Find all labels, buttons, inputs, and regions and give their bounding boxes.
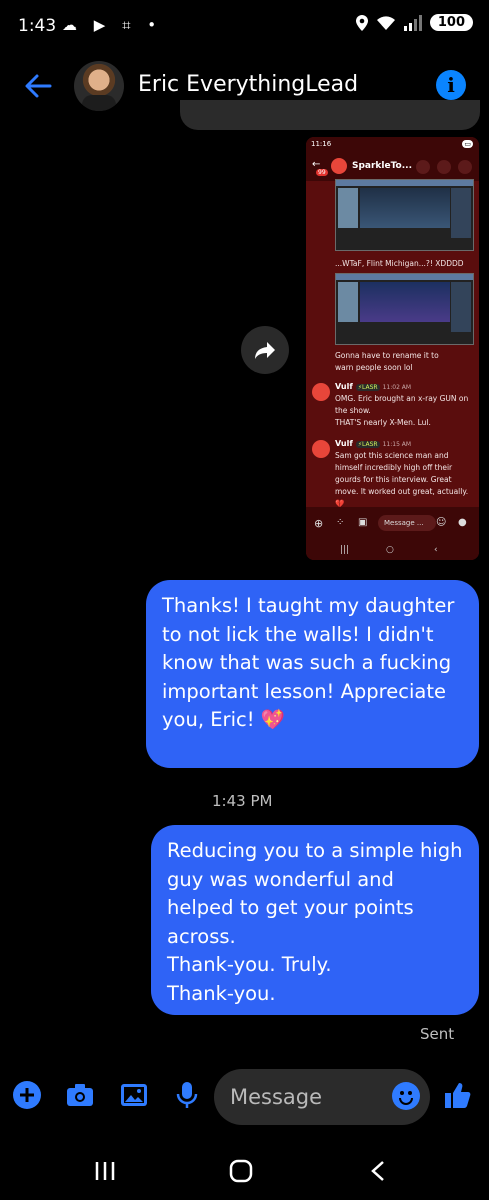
system-icons: 100 [355,14,473,31]
shot-user-avatar [312,383,330,401]
composer-bar: Message [0,1066,489,1130]
previous-message-bubble [180,100,480,130]
info-icon[interactable]: i [436,70,466,100]
shot-home-icon: ○ [386,545,394,555]
signal-icon [403,14,422,31]
message-input[interactable]: Message [214,1069,430,1125]
message-bubble[interactable]: Reducing you to a simple high guy was wo… [151,825,479,1015]
recents-icon[interactable] [94,1160,116,1182]
contact-name[interactable]: Eric EverythingLead [138,72,358,97]
shot-video-icon [437,160,451,174]
shot-status-bar: 11:16 ▭ [306,137,479,153]
shot-caption-2: Gonna have to rename it to warn people s… [335,351,439,372]
status-bar: 1:43 ☁ ▶ ⌗ • 100 [0,0,489,56]
shot-badge: 99 [316,169,328,176]
shot-msg1-text2: THAT'S nearly X-Men. Lul. [335,418,431,427]
camera-icon[interactable] [65,1080,95,1110]
shot-channel-name: SparkleTo... [352,161,412,171]
shot-search-icon [458,160,472,174]
shot-emoji-icon: ☺ [436,517,447,528]
shot-status-time: 11:16 [311,140,332,148]
wifi-icon [376,15,395,30]
emoji-icon[interactable] [392,1082,420,1110]
status-time: 1:43 [18,16,57,36]
forward-button[interactable] [241,326,289,374]
shot-msg1-time: 11:02 AM [382,384,412,391]
shot-back-nav-icon: ‹ [434,545,438,555]
home-icon[interactable] [229,1159,253,1183]
shot-msg1-header: Vulf ⚡LASR 11:02 AM [335,382,411,391]
shot-msg2-user: Vulf [335,439,353,448]
message-timestamp: 1:43 PM [212,792,273,810]
shot-msg2-time: 11:15 AM [382,441,412,448]
shot-plus-icon: ⊕ [314,517,324,530]
shot-gift-icon: ▣ [358,517,368,528]
plus-icon[interactable] [12,1080,42,1110]
notification-icons: ☁ ▶ ⌗ • [62,16,163,34]
shot-thumbnail-1 [335,179,474,251]
shot-input-bar: ⊕ ⁘ ▣ Message ... ☺ ● [306,507,479,543]
location-icon [355,14,368,31]
thumbs-up-icon[interactable] [442,1080,472,1110]
message-bubble[interactable]: Thanks! I taught my daughter to not lick… [146,580,479,768]
shot-header: ← 99 SparkleTo... [306,153,479,181]
battery-indicator: 100 [429,14,473,31]
system-nav-bar [0,1140,489,1200]
shot-apps-icon: ⁘ [336,517,345,528]
shot-thumbnail-2 [335,273,474,345]
shot-msg2-tag: ⚡LASR [355,441,380,448]
shot-msg1-text: OMG. Eric brought an x-ray GUN on the sh… [335,394,469,415]
shot-msg1-tag: ⚡LASR [355,384,380,391]
shot-user-avatar [312,440,330,458]
message-input-placeholder: Message [230,1085,323,1109]
contact-avatar[interactable] [74,61,124,111]
shot-phone-icon [416,160,430,174]
shot-message-input: Message ... [378,515,436,531]
shot-msg1-user: Vulf [335,382,353,391]
shot-mic-icon: ● [458,517,467,528]
shot-msg2-text: Sam got this science man and himself inc… [335,451,469,508]
microphone-icon[interactable] [172,1080,202,1110]
shot-recents-icon: ||| [340,545,350,555]
back-nav-icon[interactable] [370,1160,386,1182]
shot-msg2-header: Vulf ⚡LASR 11:15 AM [335,439,411,448]
share-arrow-icon [255,342,275,359]
shot-nav-bar: ||| ○ ‹ [306,543,479,560]
gallery-icon[interactable] [119,1080,149,1110]
shared-screenshot[interactable]: 11:16 ▭ ← 99 SparkleTo... ...WTaF, Flint… [306,137,479,560]
back-arrow-icon[interactable] [22,70,54,102]
shot-caption-1: ...WTaF, Flint Michigan...?! XDDDD [335,259,464,268]
sent-status: Sent [420,1025,455,1043]
shot-avatar [331,158,347,174]
